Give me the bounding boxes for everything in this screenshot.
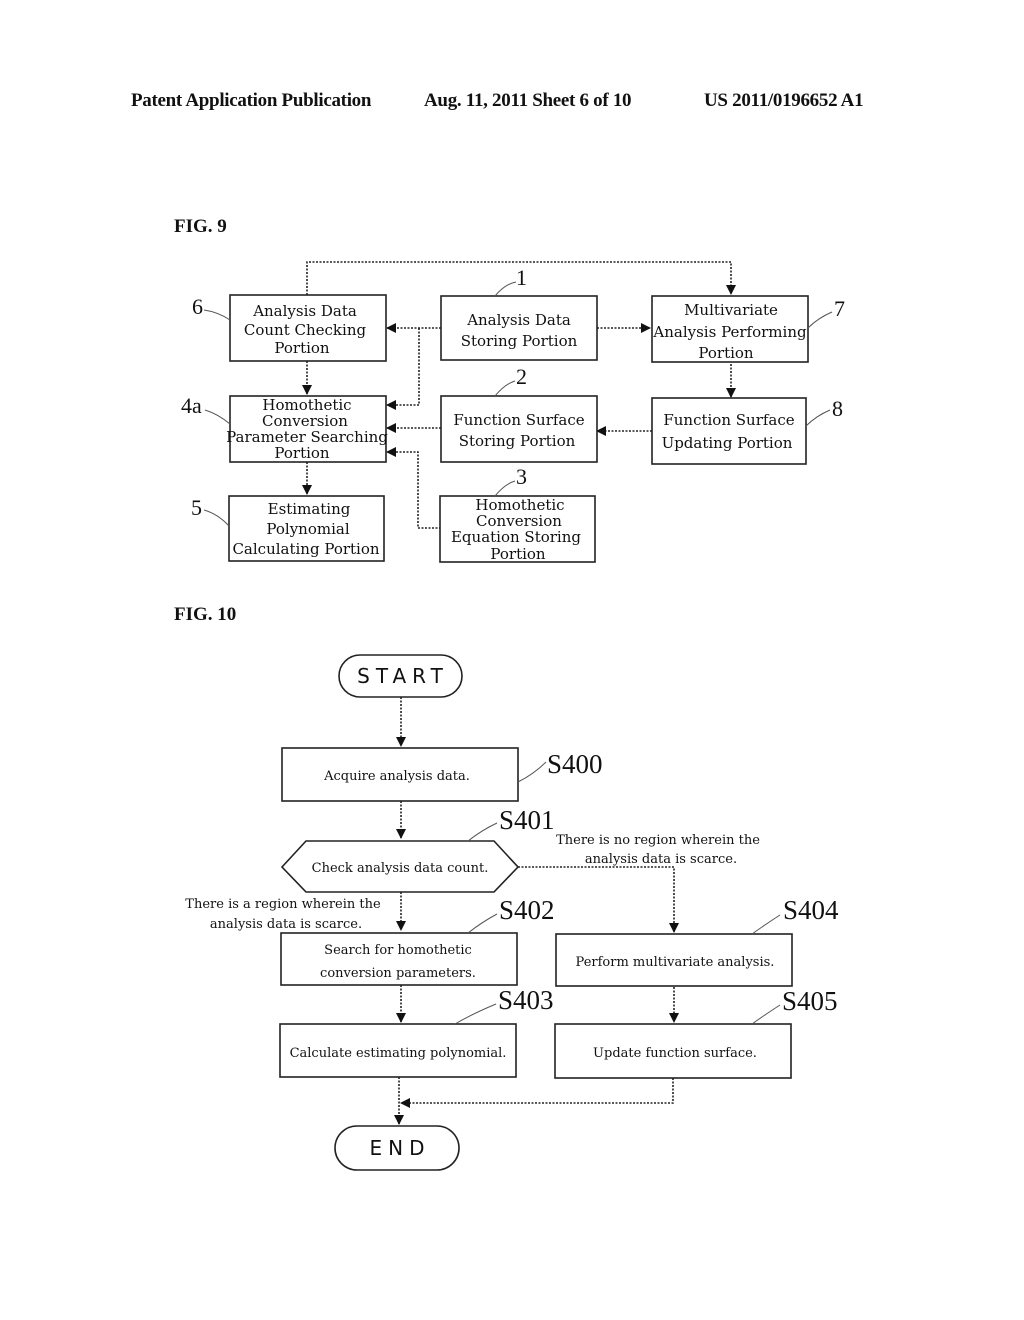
block-line: Polynomial (266, 520, 349, 538)
block-line: Storing Portion (461, 332, 578, 350)
start-label: START (357, 664, 449, 688)
block-line: Estimating (268, 500, 351, 518)
block-estimating-polynomial-calculating: Estimating Polynomial Calculating Portio… (191, 495, 385, 562)
step-text: Check analysis data count. (312, 861, 489, 876)
ref-numeral: 2 (516, 364, 527, 389)
step-id: S405 (782, 986, 838, 1016)
end-terminal: END (334, 1125, 460, 1171)
block-line: Calculating Portion (232, 540, 379, 558)
step-id: S403 (498, 985, 554, 1015)
step-s400: Acquire analysis data. S400 (281, 747, 603, 802)
block-analysis-data-count-checking: Analysis Data Count Checking Portion 6 (192, 294, 387, 362)
block-homothetic-conversion-equation-storing: Homothetic Conversion Equation Storing P… (439, 464, 596, 563)
ref-numeral: 5 (191, 495, 202, 520)
block-line: Multivariate (684, 301, 778, 319)
step-text: Acquire analysis data. (323, 769, 470, 784)
block-line: Portion (274, 444, 330, 462)
block-analysis-data-storing: Analysis Data Storing Portion 1 (440, 265, 598, 361)
leader-line (517, 761, 547, 783)
step-text: Perform multivariate analysis. (576, 955, 775, 970)
leader-line (751, 1004, 781, 1025)
leader-line (494, 380, 516, 397)
leader-line (467, 913, 498, 934)
block-line: Equation Storing (451, 528, 581, 546)
step-id: S401 (499, 805, 555, 835)
leader-line (467, 822, 498, 842)
ref-numeral: 8 (832, 396, 843, 421)
leader-line (805, 409, 831, 427)
branch-yes-label: analysis data is scarce. (210, 917, 362, 932)
leader-line (807, 311, 833, 329)
block-line: Function Surface (453, 411, 584, 429)
leader-line (494, 480, 516, 497)
connector-s405-to-end (400, 1078, 674, 1108)
block-function-surface-updating: Function Surface Updating Portion 8 (651, 396, 843, 465)
leader-line (203, 509, 230, 527)
step-id: S400 (547, 749, 603, 779)
branch-yes-label: There is a region wherein the (185, 897, 381, 912)
step-text: conversion parameters. (320, 966, 476, 981)
end-label: END (370, 1136, 431, 1160)
block-line: Analysis Data (466, 311, 571, 329)
leader-line (751, 914, 781, 935)
ref-numeral: 6 (192, 294, 203, 319)
block-line: Portion (274, 339, 330, 357)
connector-1-to-4a (386, 328, 420, 410)
leader-line (494, 281, 517, 297)
leader-line (203, 309, 231, 321)
block-line: Analysis Performing (652, 323, 807, 341)
leader-line (454, 1003, 497, 1025)
block-line: Function Surface (663, 411, 794, 429)
step-s404: Perform multivariate analysis. S404 (555, 895, 839, 987)
step-id: S404 (783, 895, 839, 925)
fig10-flowchart: START Acquire analysis data. S400 Check … (185, 654, 839, 1171)
block-homothetic-conversion-parameter-searching: Homothetic Conversion Parameter Searchin… (181, 393, 388, 463)
block-line: Analysis Data (252, 302, 357, 320)
ref-numeral: 1 (516, 265, 527, 290)
step-text: Update function surface. (593, 1046, 757, 1061)
step-text: Search for homothetic (324, 943, 472, 958)
leader-line (204, 409, 231, 425)
step-s403: Calculate estimating polynomial. S403 (279, 985, 554, 1078)
block-multivariate-analysis-performing: Multivariate Analysis Performing Portion… (651, 295, 845, 363)
step-id: S402 (499, 895, 555, 925)
branch-no-label: analysis data is scarce. (585, 852, 737, 867)
ref-numeral: 4a (181, 393, 202, 418)
step-text: Calculate estimating polynomial. (290, 1046, 507, 1061)
ref-numeral: 7 (834, 296, 845, 321)
block-line: Count Checking (244, 321, 367, 339)
block-function-surface-storing: Function Surface Storing Portion 2 (440, 364, 598, 463)
block-line: Updating Portion (662, 434, 793, 452)
connector-3-to-4a (386, 447, 441, 529)
fig9-diagram: Analysis Data Count Checking Portion 6 A… (181, 261, 845, 563)
diagram-canvas: Analysis Data Count Checking Portion 6 A… (181, 261, 845, 1171)
block-line: Storing Portion (459, 432, 576, 450)
branch-no-label: There is no region wherein the (556, 833, 760, 848)
block-line: Portion (698, 344, 754, 362)
step-s401-decision: Check analysis data count. S401 (280, 805, 555, 893)
start-terminal: START (338, 654, 463, 698)
block-line: Portion (490, 545, 546, 563)
ref-numeral: 3 (516, 464, 527, 489)
step-s405: Update function surface. S405 (554, 986, 838, 1079)
